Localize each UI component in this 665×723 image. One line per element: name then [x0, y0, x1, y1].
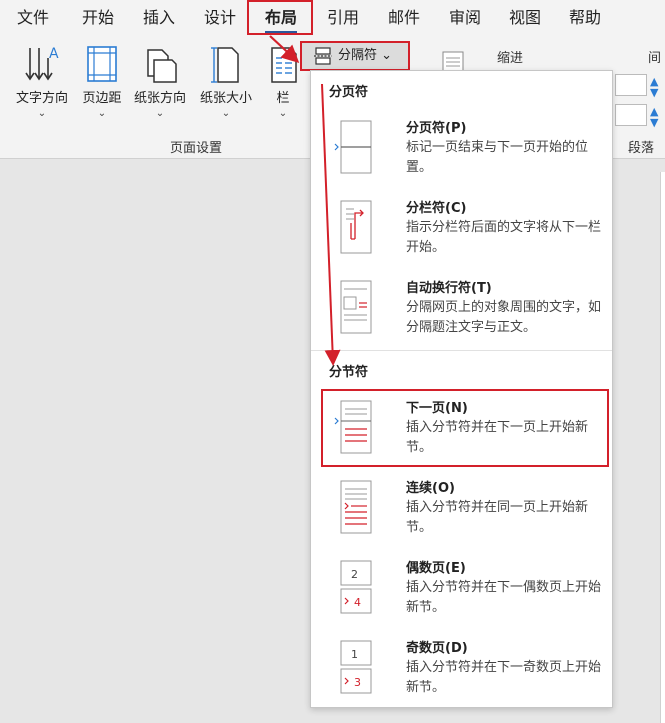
indent-left-input[interactable]	[615, 74, 647, 96]
chevron-down-icon: ⌄	[221, 108, 231, 119]
spin-up-down-icon[interactable]: ▲ ▼	[650, 106, 658, 128]
columns-button[interactable]: 栏 ⌄	[264, 44, 302, 120]
item-title: 连续(O)	[406, 481, 455, 496]
columns-icon	[271, 47, 297, 83]
chevron-down-icon: ⌄	[278, 108, 288, 119]
indent-label: 缩进	[497, 51, 524, 66]
item-description: 插入分节符并在下一偶数页上开始新节。	[406, 580, 602, 615]
breaks-dropdown-menu: 分页符 分页符(P) 标记一页结束与下一页开始的位置。 分栏符(C) 指示分栏符…	[310, 70, 613, 708]
tab-design[interactable]: 设计	[204, 0, 236, 36]
tab-file[interactable]: 文件	[17, 0, 49, 36]
next-page-item[interactable]: 下一页(N) 插入分节符并在下一页上开始新节。	[311, 391, 612, 465]
odd-page-item[interactable]: 1 3 奇数页(D) 插入分节符并在下一奇数页上开始新节。	[311, 631, 612, 705]
svg-text:1: 1	[351, 648, 358, 661]
paper-size-icon	[211, 47, 239, 83]
margins-button[interactable]: 页边距 ⌄	[78, 44, 126, 120]
chevron-down-icon: ⌄	[97, 108, 107, 119]
spin-up-down-icon[interactable]: ▲ ▼	[650, 76, 658, 98]
item-title: 分页符(P)	[406, 121, 467, 136]
item-description: 插入分节符并在同一页上开始新节。	[406, 500, 589, 535]
breaks-button[interactable]: 分隔符 ⌄	[300, 41, 410, 71]
tab-home[interactable]: 开始	[82, 0, 114, 36]
chevron-down-icon: ⌄	[155, 108, 165, 119]
item-title: 分栏符(C)	[406, 201, 467, 216]
odd-page-icon: 1 3	[340, 640, 372, 694]
tab-references[interactable]: 引用	[327, 0, 359, 36]
svg-text:A: A	[49, 46, 59, 62]
margins-icon	[87, 46, 117, 82]
item-description: 分隔网页上的对象周围的文字，如分隔题注文字与正文。	[406, 300, 602, 335]
tab-review[interactable]: 审阅	[449, 0, 481, 36]
section-breaks-heading: 分节符	[329, 365, 369, 380]
page-breaks-heading: 分页符	[329, 85, 369, 100]
item-description: 标记一页结束与下一页开始的位置。	[406, 140, 589, 175]
tab-help[interactable]: 帮助	[569, 0, 601, 36]
document-page-edge	[660, 172, 665, 723]
item-title: 自动换行符(T)	[406, 281, 492, 296]
orientation-icon	[147, 49, 177, 83]
orientation-label: 纸张方向	[133, 91, 186, 106]
column-break-item[interactable]: 分栏符(C) 指示分栏符后面的文字将从下一栏开始。	[311, 191, 612, 265]
indent-right-input[interactable]	[615, 104, 647, 126]
item-description: 指示分栏符后面的文字将从下一栏开始。	[406, 220, 602, 255]
item-description: 插入分节符并在下一页上开始新节。	[406, 420, 589, 455]
text-direction-icon: A	[25, 46, 59, 81]
orientation-button[interactable]: 纸张方向 ⌄	[128, 44, 192, 120]
item-description: 插入分节符并在下一奇数页上开始新节。	[406, 660, 602, 695]
item-title: 奇数页(D)	[406, 641, 468, 656]
continuous-icon	[340, 480, 372, 534]
chevron-down-icon: ⌄	[37, 108, 47, 119]
svg-text:2: 2	[351, 568, 358, 581]
even-page-icon: 2 4	[340, 560, 372, 614]
spacing-label: 间	[648, 51, 662, 66]
even-page-item[interactable]: 2 4 偶数页(E) 插入分节符并在下一偶数页上开始新节。	[311, 551, 612, 625]
paper-size-button[interactable]: 纸张大小 ⌄	[194, 44, 258, 120]
tab-view[interactable]: 视图	[509, 0, 541, 36]
item-title: 下一页(N)	[406, 401, 468, 416]
column-break-icon	[340, 200, 372, 254]
breaks-label: 分隔符 ⌄	[338, 48, 393, 63]
columns-label: 栏	[276, 91, 290, 106]
paragraph-group-label: 段落	[628, 141, 655, 156]
page-setup-group-label: 页面设置	[169, 141, 222, 156]
text-wrapping-icon	[340, 280, 372, 334]
svg-text:4: 4	[354, 596, 361, 609]
text-direction-label: 文字方向	[15, 91, 68, 106]
text-direction-button[interactable]: A 文字方向 ⌄	[10, 44, 74, 120]
text-wrapping-break-item[interactable]: 自动换行符(T) 分隔网页上的对象周围的文字，如分隔题注文字与正文。	[311, 271, 612, 345]
next-page-icon	[334, 400, 372, 454]
layout-tab-highlight-box	[247, 0, 313, 35]
menu-divider	[311, 350, 612, 351]
tab-mailings[interactable]: 邮件	[388, 0, 420, 36]
item-title: 偶数页(E)	[406, 561, 466, 576]
svg-text:3: 3	[354, 676, 361, 689]
page-break-icon	[334, 120, 372, 174]
page-break-item[interactable]: 分页符(P) 标记一页结束与下一页开始的位置。	[311, 111, 612, 185]
margins-label: 页边距	[82, 91, 122, 106]
ribbon-tab-bar: 文件 开始 插入 设计 布局 引用 邮件 审阅 视图 帮助	[0, 0, 665, 36]
breaks-icon	[314, 47, 332, 65]
continuous-item[interactable]: 连续(O) 插入分节符并在同一页上开始新节。	[311, 471, 612, 545]
paper-size-label: 纸张大小	[199, 91, 252, 106]
tab-insert[interactable]: 插入	[143, 0, 175, 36]
